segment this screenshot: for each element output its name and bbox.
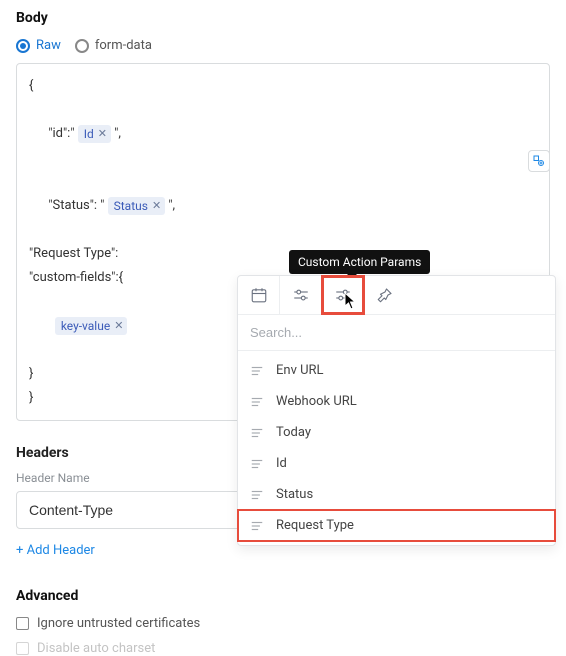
checkbox-icon	[16, 617, 29, 630]
text-lines-icon	[250, 488, 264, 502]
popover-item-label: Request Type	[276, 518, 354, 533]
popover-item-request-type[interactable]: Request Type	[238, 510, 555, 541]
radio-dot-icon	[75, 39, 89, 53]
popover-item-label: Status	[276, 487, 313, 502]
radio-form-data-label: form-data	[95, 38, 152, 53]
add-header-button[interactable]: + Add Header	[16, 543, 95, 558]
editor-line: "id":" Id ✕ ",	[29, 98, 537, 170]
ignore-cert-label: Ignore untrusted certificates	[37, 616, 200, 631]
popover-tab-pin[interactable]	[364, 276, 406, 314]
radio-dot-icon	[16, 39, 30, 53]
popover-tabs	[238, 276, 555, 315]
editor-line: {	[29, 74, 537, 98]
disable-charset-label: Disable auto charset	[37, 641, 155, 656]
radio-form-data[interactable]: form-data	[75, 38, 152, 53]
popover-tab-date[interactable]	[238, 276, 280, 314]
chip-status[interactable]: Status ✕	[108, 197, 166, 215]
editor-line: "Request Type":	[29, 242, 537, 266]
popover-item-env-url[interactable]: Env URL	[238, 355, 555, 386]
insert-icon	[533, 155, 545, 167]
text-lines-icon	[250, 519, 264, 533]
popover-item-label: Webhook URL	[276, 394, 357, 409]
chip-keyvalue[interactable]: key-value ✕	[55, 317, 128, 335]
sliders-icon	[334, 286, 352, 304]
editor-text: ",	[111, 126, 121, 141]
popover-list: Env URL Webhook URL Today Id Status Requ…	[238, 351, 555, 545]
checkbox-row[interactable]: Disable auto charset	[16, 641, 550, 656]
popover-item-id[interactable]: Id	[238, 448, 555, 479]
radio-raw-label: Raw	[36, 38, 61, 53]
checkbox-row[interactable]: Ignore untrusted certificates	[16, 616, 550, 631]
popover-search	[238, 315, 555, 351]
radio-raw[interactable]: Raw	[16, 38, 61, 53]
advanced-section-title: Advanced	[16, 588, 550, 604]
editor-text: "Status": "	[48, 198, 107, 213]
chip-label: key-value	[61, 314, 110, 338]
insert-param-button[interactable]	[528, 150, 550, 172]
editor-text: "id":"	[48, 126, 77, 141]
body-type-radios: Raw form-data	[16, 38, 550, 53]
editor-text: ",	[165, 198, 175, 213]
params-popover: Env URL Webhook URL Today Id Status Requ…	[237, 275, 556, 546]
chip-remove-icon[interactable]: ✕	[98, 128, 107, 139]
calendar-icon	[250, 286, 268, 304]
checkbox-icon	[16, 642, 29, 655]
text-lines-icon	[250, 426, 264, 440]
editor-line: "Status": " Status ✕ ",	[29, 170, 537, 242]
chip-id[interactable]: Id ✕	[78, 125, 111, 143]
popover-item-today[interactable]: Today	[238, 417, 555, 448]
popover-item-label: Env URL	[276, 363, 324, 378]
chip-label: Status	[114, 194, 148, 218]
text-lines-icon	[250, 364, 264, 378]
popover-search-input[interactable]	[238, 315, 555, 351]
popover-item-status[interactable]: Status	[238, 479, 555, 510]
text-lines-icon	[250, 395, 264, 409]
popover-item-label: Id	[276, 456, 287, 471]
text-lines-icon	[250, 457, 264, 471]
popover-tab-custom-action-params[interactable]	[322, 276, 364, 314]
popover-item-label: Today	[276, 425, 311, 440]
sliders-icon	[292, 286, 310, 304]
popover-item-webhook-url[interactable]: Webhook URL	[238, 386, 555, 417]
chip-remove-icon[interactable]: ✕	[114, 320, 123, 331]
popover-tab-params[interactable]	[280, 276, 322, 314]
tooltip-custom-action-params: Custom Action Params	[289, 250, 430, 274]
chip-remove-icon[interactable]: ✕	[152, 200, 161, 211]
pin-icon	[376, 286, 394, 304]
body-section-title: Body	[16, 10, 550, 26]
chip-label: Id	[84, 122, 94, 146]
